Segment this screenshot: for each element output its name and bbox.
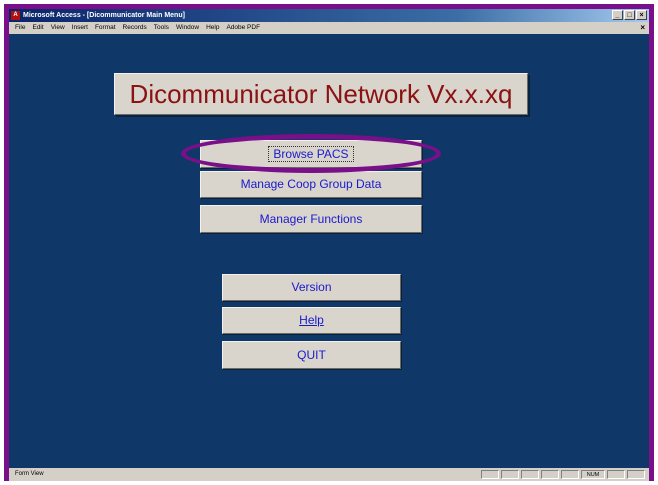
window-controls: _ □ × bbox=[612, 10, 647, 20]
menu-tools[interactable]: Tools bbox=[154, 22, 169, 34]
menu-insert[interactable]: Insert bbox=[72, 22, 88, 34]
status-bar: Form View NUM bbox=[9, 468, 649, 481]
status-pane bbox=[481, 470, 499, 479]
menu-file[interactable]: File bbox=[15, 22, 25, 34]
window-title: Microsoft Access - [Dicommunicator Main … bbox=[23, 12, 185, 19]
status-pane bbox=[521, 470, 539, 479]
app-banner: Dicommunicator Network Vx.x.xq bbox=[114, 73, 528, 115]
status-text: Form View bbox=[15, 471, 44, 477]
close-icon[interactable]: × bbox=[636, 10, 647, 20]
browse-pacs-button[interactable]: Browse PACS bbox=[200, 140, 422, 168]
menu-records[interactable]: Records bbox=[123, 22, 147, 34]
manage-coop-group-data-button[interactable]: Manage Coop Group Data bbox=[200, 171, 422, 198]
status-panes: NUM bbox=[481, 470, 645, 479]
manager-functions-button[interactable]: Manager Functions bbox=[200, 205, 422, 233]
menu-bar: File Edit View Insert Format Records Too… bbox=[9, 22, 649, 34]
menu-help[interactable]: Help bbox=[206, 22, 219, 34]
menu-adobe-pdf[interactable]: Adobe PDF bbox=[226, 22, 260, 34]
browse-pacs-label: Browse PACS bbox=[268, 146, 354, 162]
menu-view[interactable]: View bbox=[51, 22, 65, 34]
title-bar[interactable]: A Microsoft Access - [Dicommunicator Mai… bbox=[9, 9, 649, 22]
quit-button[interactable]: QUIT bbox=[222, 341, 401, 369]
status-pane bbox=[541, 470, 559, 479]
restore-icon[interactable]: □ bbox=[624, 10, 635, 20]
menu-format[interactable]: Format bbox=[95, 22, 116, 34]
minimize-icon[interactable]: _ bbox=[612, 10, 623, 20]
num-indicator: NUM bbox=[581, 470, 605, 479]
close-document-icon[interactable]: × bbox=[640, 22, 645, 34]
help-button[interactable]: Help bbox=[222, 307, 401, 334]
status-pane bbox=[607, 470, 625, 479]
status-pane bbox=[501, 470, 519, 479]
status-pane bbox=[561, 470, 579, 479]
access-app-icon[interactable]: A bbox=[11, 11, 20, 20]
menu-edit[interactable]: Edit bbox=[32, 22, 43, 34]
status-pane bbox=[627, 470, 645, 479]
version-button[interactable]: Version bbox=[222, 274, 401, 301]
menu-window[interactable]: Window bbox=[176, 22, 199, 34]
